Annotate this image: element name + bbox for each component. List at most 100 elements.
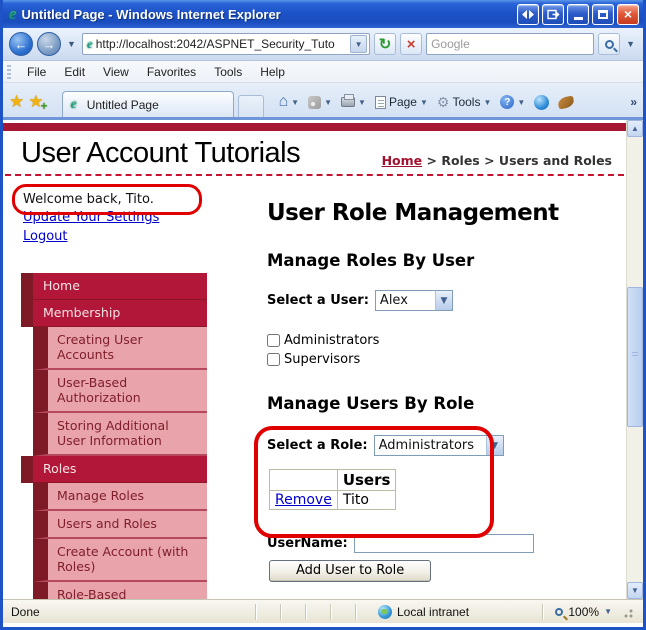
manage-roles-by-user-heading: Manage Roles By User xyxy=(267,251,475,270)
scroll-up-button[interactable]: ▲ xyxy=(627,120,643,137)
add-favorite-button[interactable]: ★ + xyxy=(28,92,47,113)
new-tab-button[interactable] xyxy=(237,95,264,117)
role-select[interactable]: Administrators ▼ xyxy=(373,435,504,456)
status-bar: Done Local intranet 100% ▼ xyxy=(3,599,643,623)
url-input[interactable] xyxy=(95,37,351,51)
dock-toggle-button[interactable] xyxy=(517,3,539,25)
remove-link[interactable]: Remove xyxy=(275,492,332,508)
search-icon xyxy=(604,39,614,49)
sidebar: Welcome back, Tito. Update Your Settings… xyxy=(12,176,227,599)
close-icon: × xyxy=(623,6,633,22)
forward-button[interactable]: → xyxy=(37,32,61,56)
security-zone: Local intranet xyxy=(378,604,530,619)
feeds-button[interactable]: ▼ xyxy=(305,94,335,111)
browser-window: e Untitled Page - Windows Internet Explo… xyxy=(0,0,646,630)
arrow-up-icon: ▲ xyxy=(631,124,639,133)
sidebar-item-creating-user-accounts[interactable]: Creating User Accounts xyxy=(33,327,207,370)
titlebar: e Untitled Page - Windows Internet Explo… xyxy=(3,0,643,28)
logout-link[interactable]: Logout xyxy=(23,228,68,246)
scroll-down-button[interactable]: ▼ xyxy=(627,582,643,599)
page-title: User Role Management xyxy=(267,200,559,226)
user-select[interactable]: Alex ▼ xyxy=(374,290,453,311)
close-button[interactable]: × xyxy=(617,3,639,25)
chevron-down-icon: ▼ xyxy=(440,295,448,306)
page-viewport: User Account Tutorials Home > Roles > Us… xyxy=(3,120,643,599)
more-commands-chevron[interactable]: » xyxy=(630,95,639,109)
update-settings-link[interactable]: Update Your Settings xyxy=(23,209,159,227)
sidebar-item-users-and-roles[interactable]: Users and Roles xyxy=(33,511,207,539)
rss-feed-icon xyxy=(308,95,322,109)
user-name-cell: Tito xyxy=(336,490,397,510)
gear-icon: ⚙ xyxy=(436,94,450,110)
page-menu-button[interactable]: Page ▼ xyxy=(372,93,431,111)
breadcrumb-trail: > Roles > Users and Roles xyxy=(426,153,613,168)
print-button[interactable]: ▼ xyxy=(338,94,369,109)
zoom-dropdown-caret[interactable]: ▼ xyxy=(604,607,612,616)
messenger-button[interactable] xyxy=(531,93,552,112)
printer-icon xyxy=(341,94,356,107)
menu-help[interactable]: Help xyxy=(252,63,293,81)
back-button[interactable]: ← xyxy=(9,32,33,56)
menu-tools[interactable]: Tools xyxy=(206,63,250,81)
username-input[interactable] xyxy=(353,534,534,553)
maximize-button[interactable] xyxy=(592,3,614,25)
sidebar-item-storing-additional-user-information[interactable]: Storing Additional User Information xyxy=(33,413,207,456)
page-favicon-icon: e xyxy=(86,36,93,51)
user-select-value: Alex xyxy=(379,293,408,308)
administrators-checkbox[interactable] xyxy=(267,334,280,347)
arrow-down-icon: ▼ xyxy=(631,586,639,595)
refresh-button[interactable]: ↻ xyxy=(374,33,397,55)
sidebar-item-manage-roles[interactable]: Manage Roles xyxy=(33,483,207,511)
site-menu: Home Membership Creating User Accounts U… xyxy=(21,273,207,599)
sidebar-item-membership[interactable]: Membership xyxy=(21,300,207,327)
supervisors-checkbox[interactable] xyxy=(267,353,280,366)
minimize-button[interactable] xyxy=(567,3,589,25)
manage-users-by-role-heading: Manage Users By Role xyxy=(267,394,475,413)
tab-untitled-page[interactable]: e Untitled Page xyxy=(61,91,234,117)
sidebar-item-user-based-authorization[interactable]: User-Based Authorization xyxy=(33,370,207,413)
menu-file[interactable]: File xyxy=(19,63,54,81)
address-dropdown-button[interactable]: ▼ xyxy=(350,35,368,53)
sidebar-item-create-account-with-roles[interactable]: Create Account (with Roles) xyxy=(33,539,207,582)
detach-button[interactable] xyxy=(542,3,564,25)
sidebar-item-home[interactable]: Home xyxy=(21,273,207,300)
site-top-rule xyxy=(3,123,626,131)
addon-button[interactable] xyxy=(555,94,577,110)
tab-title: Untitled Page xyxy=(86,97,159,112)
sidebar-item-roles[interactable]: Roles xyxy=(21,456,207,483)
stop-button[interactable]: × xyxy=(400,33,423,55)
favorites-center-button[interactable]: ★ xyxy=(9,92,24,112)
search-box[interactable] xyxy=(426,33,595,55)
search-go-button[interactable] xyxy=(598,33,621,55)
add-user-to-role-button[interactable]: Add User to Role xyxy=(269,560,432,582)
sidebar-item-role-based[interactable]: Role-Based xyxy=(33,582,207,599)
toolbar-grip[interactable] xyxy=(7,64,11,79)
vertical-scrollbar[interactable]: ▲ ▼ xyxy=(626,120,643,599)
home-button[interactable]: ⌂ ▼ xyxy=(276,92,303,112)
maximize-icon xyxy=(598,9,608,19)
globe-icon xyxy=(378,604,392,619)
resize-grip[interactable] xyxy=(621,605,633,618)
scrollbar-track[interactable] xyxy=(627,137,643,582)
users-column-header: Users xyxy=(336,469,397,491)
menu-favorites[interactable]: Favorites xyxy=(139,63,204,81)
stop-icon: × xyxy=(406,35,416,53)
zoom-control[interactable]: 100% ▼ xyxy=(555,605,641,619)
scrollbar-thumb[interactable] xyxy=(627,287,643,427)
tab-bar: ★ ★ + e Untitled Page ⌂ ▼ ▼ ▼ Page ▼ ⚙ Tools… xyxy=(3,83,643,120)
username-label: UserName: xyxy=(267,536,348,551)
breadcrumb-home-link[interactable]: Home xyxy=(382,153,423,168)
menu-edit[interactable]: Edit xyxy=(56,63,93,81)
welcome-message: Welcome back, Tito. xyxy=(23,192,154,207)
help-menu-button[interactable]: ? ▼ xyxy=(497,93,528,111)
address-bar[interactable]: e ▼ xyxy=(81,33,371,55)
history-dropdown[interactable]: ▼ xyxy=(65,39,78,49)
search-input[interactable] xyxy=(431,37,590,51)
role-section: Select a Role: Administrators ▼ Users Re… xyxy=(254,426,618,538)
administrators-checkbox-label: Administrators xyxy=(284,333,380,348)
menu-view[interactable]: View xyxy=(95,63,137,81)
page-content: User Account Tutorials Home > Roles > Us… xyxy=(3,120,626,599)
search-provider-dropdown[interactable]: ▼ xyxy=(624,39,637,49)
tab-favicon-icon: e xyxy=(70,96,77,112)
tools-menu-button[interactable]: ⚙ Tools ▼ xyxy=(434,93,495,111)
